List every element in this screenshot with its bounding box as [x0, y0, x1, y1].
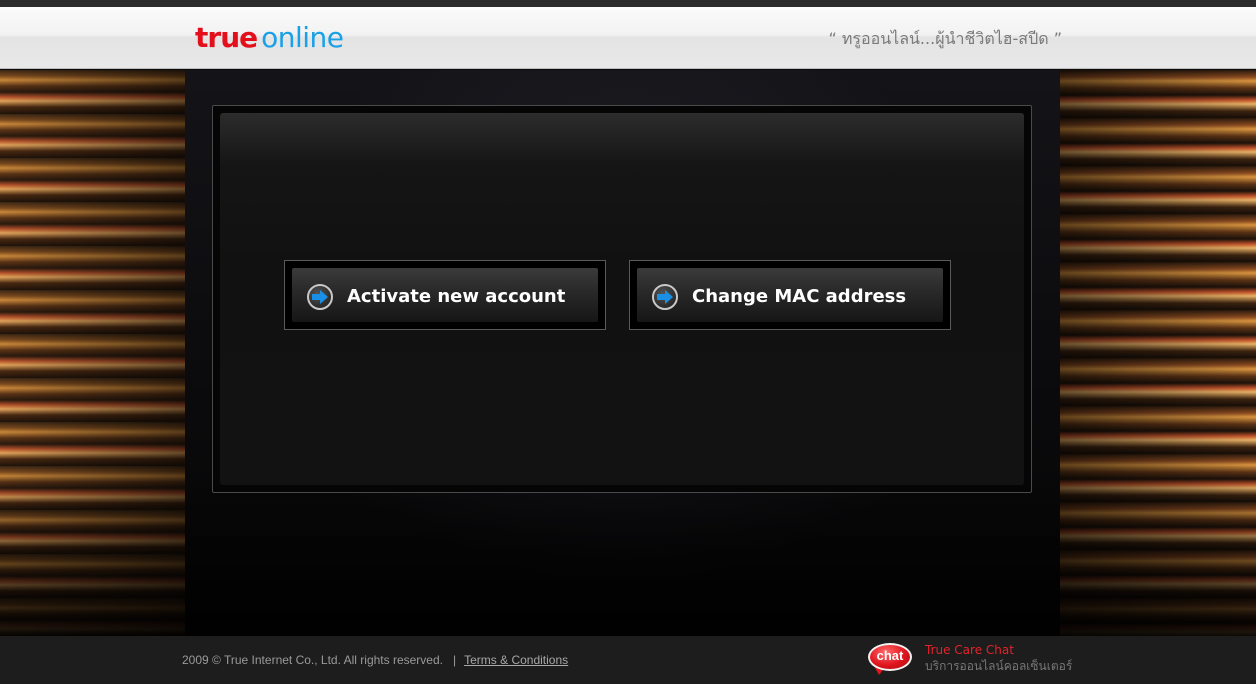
activate-account-label: Activate new account — [347, 286, 566, 307]
activate-account-button[interactable]: Activate new account — [292, 268, 598, 322]
change-mac-address-button[interactable]: Change MAC address — [637, 268, 943, 322]
true-online-logo[interactable]: true online — [195, 21, 344, 55]
chat-icon[interactable]: chat — [868, 643, 914, 677]
top-strip — [0, 0, 1256, 7]
logo-true-text: true — [195, 21, 258, 54]
true-care-chat-link[interactable]: True Care Chat — [925, 643, 1014, 657]
copyright-line: 2009 © True Internet Co., Ltd. All right… — [182, 653, 568, 667]
chat-subtitle: บริการออนไลน์คอลเซ็นเตอร์ — [925, 659, 1073, 673]
chat-icon-text: chat — [876, 648, 904, 663]
bottom-fade — [0, 470, 1256, 636]
copyright-text: 2009 © True Internet Co., Ltd. All right… — [182, 653, 443, 667]
terms-conditions-link[interactable]: Terms & Conditions — [464, 653, 568, 667]
change-mac-address-label: Change MAC address — [692, 286, 907, 307]
activate-account-frame: Activate new account — [284, 260, 606, 330]
change-mac-frame: Change MAC address — [629, 260, 951, 330]
arrow-right-icon — [307, 284, 333, 310]
header: true online “ ทรูออนไลน์...ผู้นำชีวิตไฮ-ส… — [0, 7, 1256, 69]
main-panel: Activate new account Change MAC address — [212, 105, 1032, 493]
logo-online-text: online — [261, 21, 344, 54]
arrow-right-icon — [652, 284, 678, 310]
footer-separator: | — [452, 653, 457, 667]
main-panel-inner: Activate new account Change MAC address — [220, 113, 1024, 485]
tagline: “ ทรูออนไลน์...ผู้นำชีวิตไฮ-สปีด ” — [828, 29, 1062, 48]
